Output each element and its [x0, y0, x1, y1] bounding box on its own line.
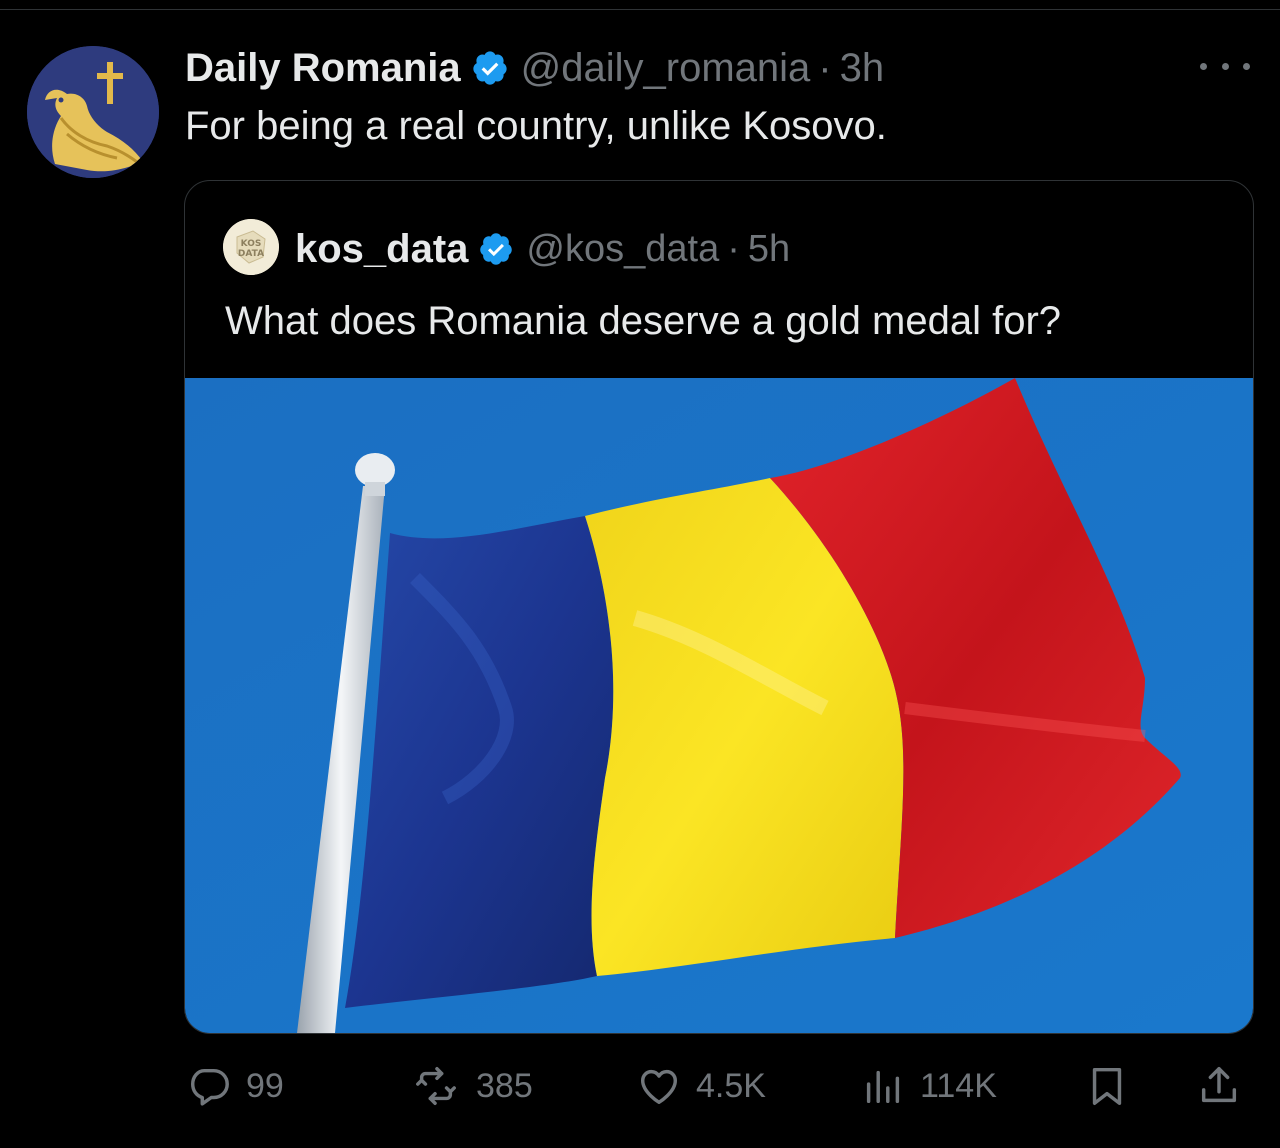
reply-count: 99	[246, 1066, 284, 1105]
romanian-flag-photo[interactable]	[185, 378, 1253, 1033]
separator-dot: ·	[727, 227, 740, 270]
eagle-cross-icon	[27, 46, 159, 178]
share-icon	[1201, 1067, 1237, 1103]
tweet-page: Daily Romania @daily_romania · 3h For be…	[0, 0, 1280, 1148]
repost-count: 385	[476, 1066, 533, 1105]
tweet-text: For being a real country, unlike Kosovo.	[185, 104, 887, 148]
repost-icon	[416, 1067, 456, 1105]
svg-text:KOS: KOS	[241, 239, 262, 249]
quoted-tweet-text: What does Romania deserve a gold medal f…	[225, 299, 1062, 343]
views-count: 114K	[920, 1066, 997, 1105]
tweet-header: Daily Romania @daily_romania · 3h	[185, 40, 884, 96]
verified-badge-icon	[478, 231, 514, 267]
tweet-action-bar: 99 385 4.5K 114K	[0, 1056, 1280, 1116]
kos-data-logo-icon: KOS DATA	[223, 219, 279, 275]
more-options-icon[interactable]	[1200, 52, 1250, 80]
quoted-tweet-header: kos_data @kos_data · 5h	[295, 221, 790, 277]
heart-icon	[640, 1069, 678, 1105]
repost-button[interactable]: 385	[410, 1056, 533, 1116]
bookmark-button[interactable]	[1084, 1056, 1130, 1116]
svg-text:DATA: DATA	[238, 249, 264, 259]
author-avatar[interactable]	[27, 46, 159, 178]
tweet-timestamp[interactable]: 3h	[840, 46, 885, 91]
views-chart-icon	[866, 1070, 900, 1104]
like-count: 4.5K	[696, 1066, 766, 1105]
reply-icon	[190, 1068, 229, 1106]
like-button[interactable]: 4.5K	[636, 1056, 766, 1116]
quoted-author-avatar[interactable]: KOS DATA	[223, 219, 279, 275]
author-display-name[interactable]: Daily Romania	[185, 46, 461, 91]
quoted-timestamp[interactable]: 5h	[748, 228, 790, 271]
quoted-tweet-card[interactable]: KOS DATA kos_data @kos_data · 5h What do…	[184, 180, 1254, 1034]
bookmark-icon	[1092, 1067, 1122, 1105]
separator-dot: ·	[818, 45, 832, 90]
views-button[interactable]: 114K	[860, 1056, 997, 1116]
verified-badge-icon	[471, 49, 509, 87]
quoted-display-name[interactable]: kos_data	[295, 227, 468, 272]
top-divider	[0, 9, 1280, 10]
author-handle[interactable]: @daily_romania	[521, 46, 811, 91]
quoted-handle[interactable]: @kos_data	[526, 228, 719, 271]
reply-button[interactable]: 99	[186, 1056, 284, 1116]
share-button[interactable]	[1196, 1056, 1242, 1116]
